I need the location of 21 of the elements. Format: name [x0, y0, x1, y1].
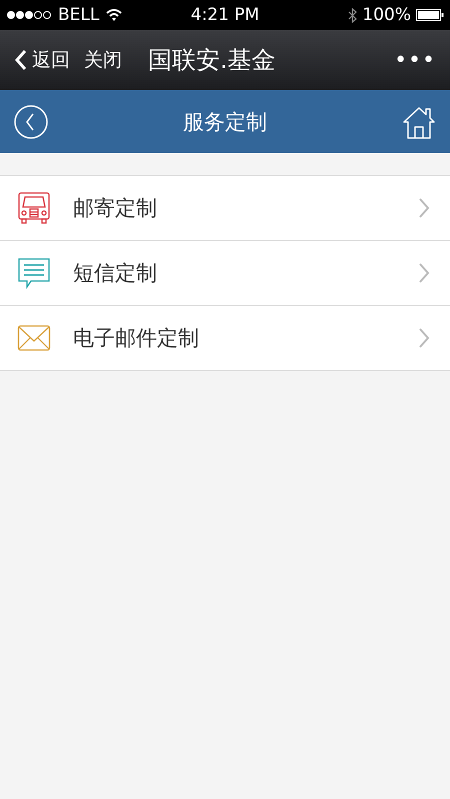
wifi-icon — [106, 9, 122, 21]
menu-item[interactable]: 邮寄定制 — [0, 176, 450, 240]
carrier-name: BELL — [58, 5, 100, 25]
chevron-right-icon — [418, 262, 430, 284]
close-button[interactable]: 关闭 — [84, 47, 122, 73]
window-title: 国联安.基金 — [148, 45, 277, 76]
signal-icon — [6, 10, 53, 20]
home-icon[interactable] — [402, 104, 436, 138]
back-icon[interactable] — [14, 104, 48, 138]
menu-item[interactable]: 短信定制 — [0, 240, 450, 305]
menu-item[interactable]: 电子邮件定制 — [0, 305, 450, 370]
battery-icon — [416, 9, 444, 21]
battery-percent: 100% — [362, 5, 411, 25]
chevron-right-icon — [418, 327, 430, 349]
bluetooth-icon — [348, 8, 358, 22]
chevron-right-icon — [418, 197, 430, 219]
chevron-left-icon — [14, 49, 28, 71]
page-title: 服务定制 — [183, 108, 267, 136]
clock-time: 4:21 PM — [190, 5, 260, 25]
back-button[interactable]: 返回 — [14, 47, 70, 73]
more-button[interactable]: ••• — [394, 48, 436, 72]
